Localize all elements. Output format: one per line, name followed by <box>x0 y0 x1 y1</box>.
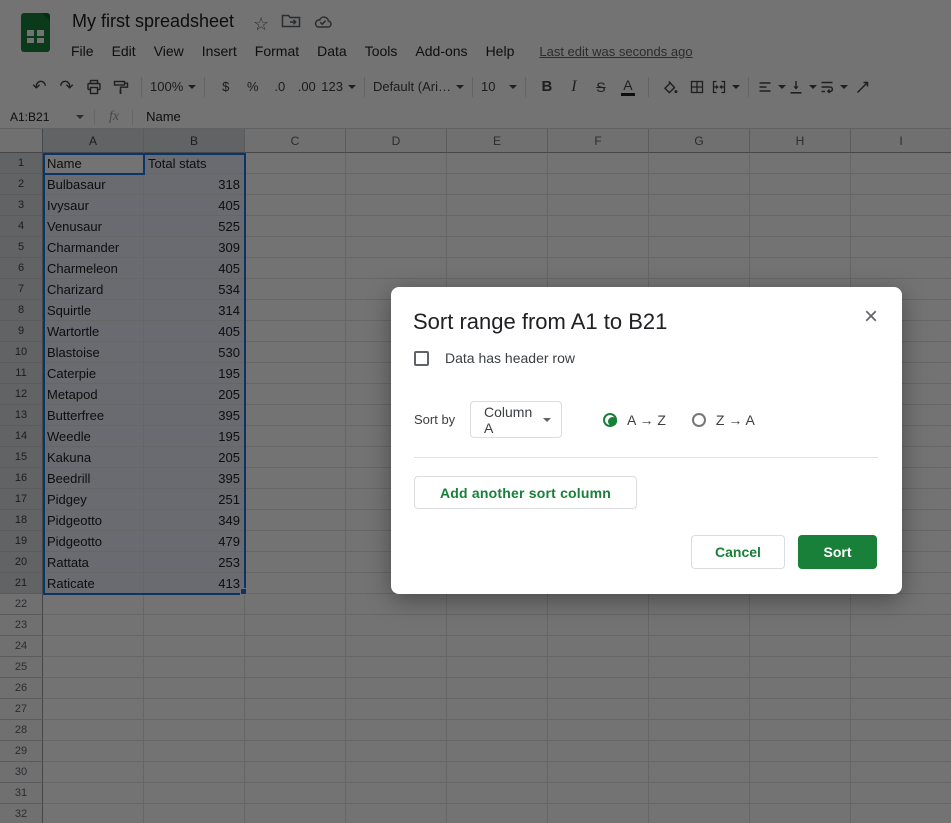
sort-range-dialog: Sort range from A1 to B21 × Data has hea… <box>391 287 902 594</box>
dialog-title: Sort range from A1 to B21 <box>413 309 668 334</box>
close-icon[interactable]: × <box>864 305 878 329</box>
dropdown-caret-icon <box>543 417 551 422</box>
radio-descending-label: Z → A <box>715 411 755 428</box>
sort-column-dropdown[interactable]: Column A <box>470 401 562 438</box>
header-row-checkbox-label: Data has header row <box>445 350 575 366</box>
add-sort-column-button[interactable]: Add another sort column <box>414 476 638 509</box>
sort-by-label: Sort by <box>414 412 456 427</box>
radio-ascending[interactable] <box>603 412 617 427</box>
radio-ascending-label: A → Z <box>627 411 666 428</box>
cancel-button[interactable]: Cancel <box>691 535 785 569</box>
header-row-checkbox[interactable] <box>414 350 429 366</box>
radio-descending[interactable] <box>691 412 706 427</box>
sort-column-value: Column A <box>484 403 533 436</box>
sort-button[interactable]: Sort <box>798 535 877 569</box>
dialog-divider <box>414 457 878 458</box>
